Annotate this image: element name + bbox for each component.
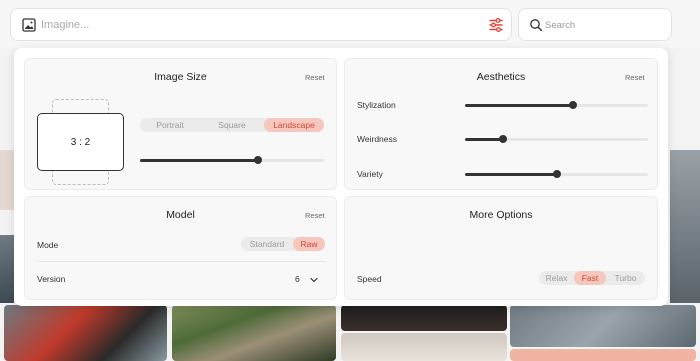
- image-icon[interactable]: [21, 17, 37, 33]
- gallery-image[interactable]: [670, 150, 700, 303]
- slider-fill: [465, 104, 573, 107]
- gallery-image[interactable]: [4, 305, 167, 361]
- stylization-slider[interactable]: [465, 101, 648, 109]
- stylization-label: Stylization: [357, 100, 396, 110]
- settings-sliders-icon[interactable]: [487, 16, 505, 34]
- speed-fast[interactable]: Fast: [574, 271, 606, 285]
- orientation-portrait[interactable]: Portrait: [140, 118, 200, 132]
- orientation-selector: Portrait Square Landscape: [140, 118, 324, 132]
- settings-panel: Image Size Reset 3 : 2 Portrait Square L…: [14, 48, 668, 306]
- model-reset-button[interactable]: Reset: [305, 211, 325, 220]
- variety-label: Variety: [357, 169, 383, 179]
- chevron-down-icon[interactable]: [309, 275, 319, 285]
- image-size-slider[interactable]: [140, 156, 324, 164]
- gallery-image[interactable]: [341, 333, 507, 361]
- speed-selector: Relax Fast Turbo: [539, 271, 645, 285]
- aesthetics-title: Aesthetics: [476, 71, 526, 83]
- gallery-image[interactable]: [510, 349, 696, 361]
- weirdness-slider[interactable]: [465, 135, 648, 143]
- slider-thumb[interactable]: [253, 156, 262, 164]
- image-size-card: Image Size Reset 3 : 2 Portrait Square L…: [24, 58, 337, 190]
- image-size-reset-button[interactable]: Reset: [305, 73, 325, 82]
- mode-standard[interactable]: Standard: [241, 237, 293, 251]
- weirdness-label: Weirdness: [357, 134, 397, 144]
- speed-turbo[interactable]: Turbo: [606, 271, 645, 285]
- speed-relax[interactable]: Relax: [539, 271, 574, 285]
- prompt-bar: [10, 8, 512, 41]
- slider-thumb[interactable]: [552, 170, 561, 178]
- search-icon: [530, 19, 543, 32]
- gallery-image[interactable]: [341, 305, 507, 331]
- more-options-title: More Options: [469, 209, 533, 221]
- gallery-image[interactable]: [0, 150, 14, 210]
- version-value[interactable]: 6: [295, 274, 300, 284]
- orientation-square[interactable]: Square: [200, 118, 264, 132]
- slider-fill: [465, 173, 557, 176]
- gallery-image[interactable]: [510, 305, 696, 347]
- aspect-ratio-label: 3 : 2: [70, 136, 91, 148]
- model-title: Model: [166, 209, 195, 221]
- slider-fill: [465, 138, 504, 141]
- slider-thumb[interactable]: [499, 135, 508, 143]
- version-label: Version: [37, 274, 66, 284]
- mode-raw[interactable]: Raw: [293, 237, 325, 251]
- model-card: Model Reset Mode Standard Raw Version 6: [24, 196, 337, 300]
- more-options-card: More Options Speed Relax Fast Turbo: [344, 196, 658, 300]
- mode-label: Mode: [37, 240, 59, 250]
- image-size-title: Image Size: [154, 71, 207, 83]
- slider-fill: [140, 159, 258, 162]
- variety-slider[interactable]: [465, 170, 648, 178]
- search-bar: [518, 8, 672, 41]
- gallery-image[interactable]: [172, 305, 336, 361]
- model-divider: [37, 261, 326, 262]
- search-input[interactable]: [545, 17, 665, 33]
- aesthetics-reset-button[interactable]: Reset: [625, 73, 645, 82]
- mode-selector: Standard Raw: [241, 237, 325, 251]
- orientation-landscape[interactable]: Landscape: [264, 118, 324, 132]
- prompt-input[interactable]: [41, 16, 481, 34]
- gallery-image[interactable]: [0, 235, 14, 303]
- aspect-ratio-preview: 3 : 2: [37, 113, 124, 171]
- slider-thumb[interactable]: [568, 101, 577, 109]
- aesthetics-card: Aesthetics Reset Stylization Weirdness V…: [344, 58, 658, 190]
- speed-label: Speed: [357, 274, 382, 284]
